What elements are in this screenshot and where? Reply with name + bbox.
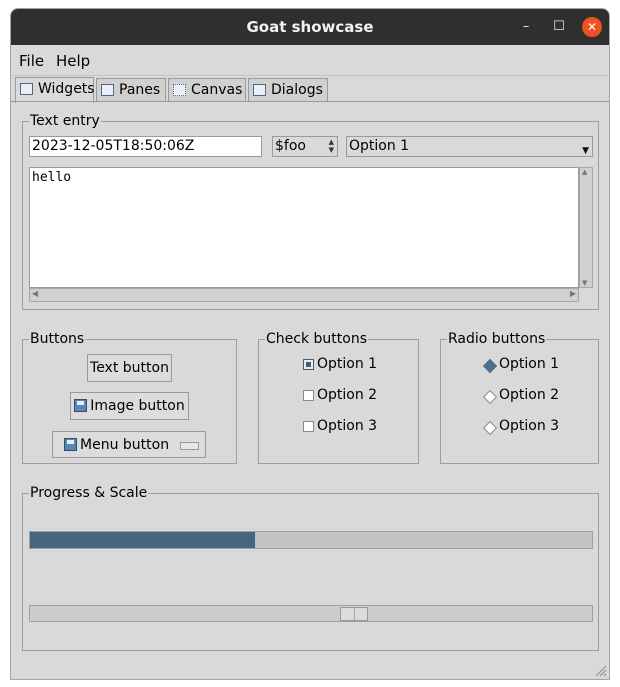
text-button[interactable]: Text button: [87, 354, 172, 382]
menu-file[interactable]: File: [19, 52, 44, 70]
check-buttons-legend: Check buttons: [266, 331, 367, 347]
close-button[interactable]: ✕: [582, 17, 602, 37]
canvas-icon: [173, 84, 186, 96]
checkbox[interactable]: [303, 421, 314, 432]
scroll-left-icon[interactable]: ◀: [32, 289, 38, 298]
app-window: Goat showcase – ☐ ✕ File Help Widgets Pa…: [10, 8, 610, 680]
floppy-disk-icon: [64, 438, 77, 451]
maximize-button[interactable]: ☐: [549, 18, 569, 36]
dialogs-icon: [253, 84, 266, 96]
radio-option-label: Option 3: [499, 418, 560, 434]
checkbox[interactable]: [303, 359, 314, 370]
title-bar[interactable]: Goat showcase – ☐ ✕: [11, 9, 609, 45]
tab-dialogs-label: Dialogs: [271, 82, 323, 98]
minimize-button[interactable]: –: [516, 18, 536, 36]
spinbox-arrows-icon[interactable]: ▲ ▼: [329, 138, 334, 154]
check-option-label: Option 1: [317, 356, 378, 372]
progress-scale-legend: Progress & Scale: [30, 485, 148, 501]
progress-bar: [29, 531, 593, 549]
scroll-up-icon[interactable]: ▲: [582, 168, 587, 176]
menu-indicator-icon: [180, 442, 199, 450]
tab-widgets-label: Widgets: [38, 81, 95, 97]
tab-dialogs[interactable]: Dialogs: [248, 78, 328, 102]
tab-canvas-label: Canvas: [191, 82, 243, 98]
check-option-label: Option 3: [317, 418, 378, 434]
text-area-vertical-scrollbar[interactable]: ▲ ▼: [579, 167, 593, 288]
text-entry-field[interactable]: 2023-12-05T18:50:06Z: [29, 136, 262, 157]
image-button-label: Image button: [90, 398, 185, 414]
menu-button[interactable]: Menu button: [52, 431, 206, 458]
progress-bar-fill: [30, 532, 255, 548]
buttons-legend: Buttons: [30, 331, 85, 347]
tab-panes[interactable]: Panes: [96, 78, 166, 102]
chevron-down-icon[interactable]: ▼: [582, 142, 589, 160]
scale-thumb[interactable]: [340, 607, 368, 621]
panes-icon: [101, 84, 114, 96]
tab-canvas[interactable]: Canvas: [168, 78, 246, 102]
spinbox-value: $foo: [275, 138, 306, 154]
combobox[interactable]: Option 1 ▼: [346, 136, 593, 157]
tab-panes-label: Panes: [119, 82, 161, 98]
text-entry-legend: Text entry: [30, 113, 100, 129]
scale-slider[interactable]: [29, 605, 593, 622]
image-button[interactable]: Image button: [70, 392, 189, 420]
radio-buttons-legend: Radio buttons: [448, 331, 546, 347]
tab-widgets[interactable]: Widgets: [15, 77, 95, 103]
spinbox[interactable]: $foo ▲ ▼: [272, 136, 338, 157]
menu-help[interactable]: Help: [56, 52, 90, 70]
floppy-disk-icon: [74, 399, 88, 412]
text-area[interactable]: hello: [29, 167, 579, 288]
radio-option-label: Option 2: [499, 387, 560, 403]
text-area-horizontal-scrollbar[interactable]: ◀ ▶: [29, 288, 579, 302]
scroll-down-icon[interactable]: ▼: [582, 279, 587, 287]
widgets-icon: [20, 83, 33, 95]
checkbox[interactable]: [303, 390, 314, 401]
combobox-value: Option 1: [349, 138, 410, 154]
check-option-label: Option 2: [317, 387, 378, 403]
menu-bar: File Help: [11, 45, 609, 76]
resize-grip-icon[interactable]: [595, 665, 607, 677]
radio-option-label: Option 1: [499, 356, 560, 372]
menu-button-label: Menu button: [80, 437, 170, 453]
scroll-right-icon[interactable]: ▶: [570, 289, 576, 298]
progress-scale-group: Progress & Scale: [22, 485, 599, 651]
